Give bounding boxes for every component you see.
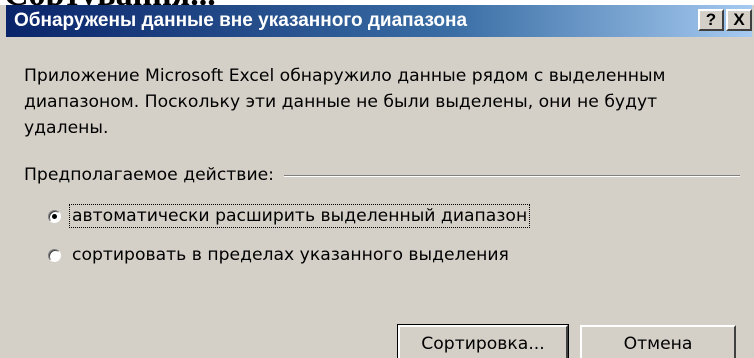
dialog-message: Приложение Microsoft Excel обнаружило да… [24,66,666,138]
action-group-label: Предполагаемое действие: [24,163,284,187]
close-button[interactable]: X [726,9,752,31]
sort-button[interactable]: Сортировка... [397,324,569,358]
close-icon: X [733,10,745,29]
radio-selected-dot [52,213,57,219]
option-expand-label[interactable]: автоматически расширить выделенный диапа… [68,204,531,228]
help-icon: ? [705,10,717,29]
dialog-title: Обнаружены данные вне указанного диапазо… [14,10,468,31]
cancel-button[interactable]: Отмена [580,325,736,358]
radio-button-expand[interactable] [48,209,61,223]
screen: Сортування... Обнаружены данные вне указ… [0,0,754,358]
option-expand-selection[interactable]: автоматически расширить выделенный диапа… [48,203,531,229]
dialog-titlebar[interactable]: Обнаружены данные вне указанного диапазо… [6,5,752,37]
option-sort-within-selection[interactable]: сортировать в пределах указанного выделе… [48,242,511,268]
help-button[interactable]: ? [698,9,724,31]
radio-button-sort-within[interactable] [48,248,61,262]
out-of-range-dialog: Обнаружены данные вне указанного диапазо… [0,5,754,358]
option-sort-within-label[interactable]: сортировать в пределах указанного выделе… [70,244,511,266]
